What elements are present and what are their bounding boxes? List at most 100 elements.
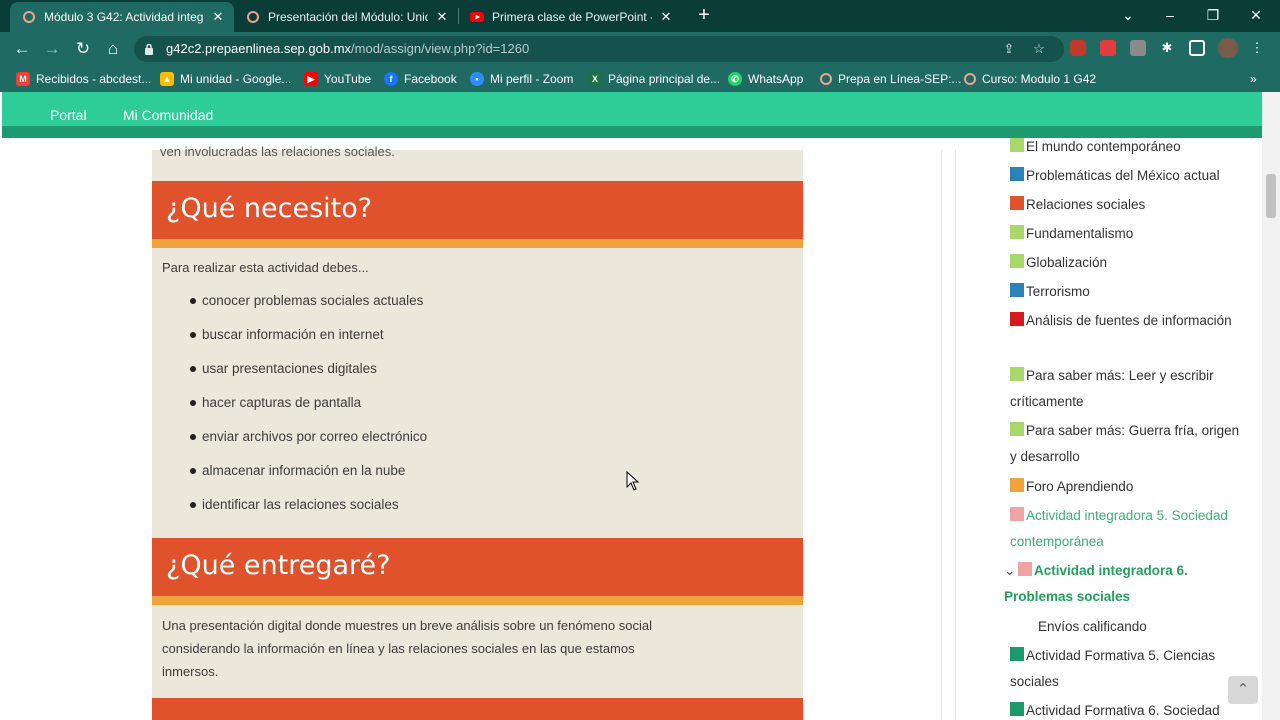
sidebar-subitem[interactable]: Envíos calificando — [1038, 614, 1268, 640]
lock-icon — [145, 43, 153, 55]
moodle-favicon-icon — [22, 10, 36, 24]
moodle-favicon-icon — [964, 73, 976, 85]
page-icon — [1010, 367, 1024, 381]
sidebar-item-current[interactable]: ⌄ Actividad integradora 6. Problemas soci… — [1004, 558, 1240, 610]
sidebar-item-label: Foro Aprendiendo — [1026, 479, 1134, 494]
new-tab-button[interactable]: + — [694, 5, 714, 25]
sidebar-item[interactable]: Actividad Formativa 5. Ciencias sociales — [1010, 643, 1240, 695]
close-tab-icon[interactable]: ✕ — [434, 9, 450, 25]
list-item: usar presentaciones digitales — [190, 361, 377, 376]
sidebar-item[interactable]: Fundamentalismo — [1010, 221, 1240, 247]
tab-title: Primera clase de PowerPoint - Yo — [492, 10, 652, 24]
list-item: hacer capturas de pantalla — [190, 395, 361, 410]
assignment-icon — [1018, 562, 1032, 576]
tab-search-icon[interactable]: ⌄ — [1116, 4, 1140, 26]
bookmark-facebook[interactable]: f Facebook — [384, 70, 457, 88]
list-item: enviar archivos por correo electrónico — [190, 429, 427, 444]
extension-icon-2[interactable] — [1100, 40, 1116, 56]
sidebar-item[interactable]: Problemáticas del México actual — [1010, 163, 1240, 189]
side-panel-icon[interactable] — [1189, 40, 1205, 56]
extension-icon-3[interactable] — [1130, 40, 1146, 56]
sidebar-item-label: El mundo contemporáneo — [1026, 139, 1181, 154]
url-path: /mod/assign/view.php?id=1260 — [351, 41, 530, 56]
bookmark-zoom[interactable]: ▪ Mi perfil - Zoom — [470, 70, 573, 88]
gmail-icon: M — [16, 72, 30, 86]
sidebar-item-label: Para saber más: Guerra fría, origen y de… — [1010, 423, 1240, 464]
bullet — [190, 501, 196, 508]
facebook-icon: f — [384, 72, 398, 86]
extension-icon-1[interactable] — [1070, 40, 1086, 56]
bookmark-youtube[interactable]: ▶ YouTube — [304, 70, 371, 88]
list-item-text: enviar archivos por correo electrónico — [202, 429, 428, 444]
minimize-button[interactable]: – — [1158, 4, 1182, 26]
address-bar[interactable]: g42c2.prepaenlinea.sep.gob.mx/mod/assign… — [134, 36, 1064, 62]
url-domain: g42c2.prepaenlinea.sep.gob.mx — [166, 41, 352, 56]
page-icon — [1010, 138, 1024, 152]
sidebar-item-label: Globalización — [1026, 255, 1108, 270]
bookmark-star-icon[interactable]: ☆ — [1030, 40, 1048, 58]
close-tab-icon[interactable]: ✕ — [210, 9, 226, 25]
section-title: ¿Qué entregaré? — [166, 550, 391, 581]
sidebar-item-label: Problemáticas del México actual — [1026, 168, 1220, 183]
forum-icon — [1010, 478, 1024, 492]
bookmark-curso[interactable]: Curso: Modulo 1 G42 — [964, 70, 1096, 88]
page-viewport: ven involucradas las relaciones sociales… — [0, 92, 1280, 720]
section-header-next — [152, 698, 803, 720]
sidebar-item[interactable]: Relaciones sociales — [1010, 192, 1240, 218]
sidebar-item[interactable]: Para saber más: Leer y escribir críticam… — [1010, 363, 1240, 415]
bookmark-label: WhatsApp — [748, 72, 804, 86]
sidebar-item[interactable]: Foro Aprendiendo — [1010, 474, 1240, 500]
bookmark-label: Curso: Modulo 1 G42 — [982, 72, 1097, 86]
back-to-top-button[interactable]: ⌃ — [1228, 676, 1258, 704]
forward-button[interactable]: → — [41, 38, 63, 60]
bookmark-gmail[interactable]: M Recibidos - abcdest... — [16, 70, 151, 88]
reload-button[interactable]: ↻ — [72, 38, 94, 60]
video-icon — [1010, 312, 1024, 326]
bullet — [190, 365, 196, 372]
bullet — [190, 399, 196, 406]
nav-portal-link[interactable]: Portal — [50, 107, 87, 123]
sidebar-item[interactable]: Actividad integradora 5. Sociedad contem… — [1010, 503, 1240, 555]
bookmark-label: Mi perfil - Zoom — [490, 72, 574, 86]
bookmark-whatsapp[interactable]: ✆ WhatsApp — [728, 70, 803, 88]
sidebar-item[interactable]: Análisis de fuentes de información — [1010, 308, 1240, 334]
tab-youtube[interactable]: Primera clase de PowerPoint - Yo ✕ — [458, 2, 682, 32]
restore-button[interactable]: ❐ — [1201, 4, 1225, 26]
menu-kebab-icon[interactable]: ⋮ — [1248, 39, 1266, 57]
book-icon — [1010, 196, 1024, 210]
tab-title: Módulo 3 G42: Actividad integra — [44, 10, 204, 24]
sidebar-item[interactable]: Globalización — [1010, 250, 1240, 276]
bookmark-drive[interactable]: ▲ Mi unidad - Google... — [160, 70, 291, 88]
sidebar-item-label: Actividad integradora 5. Sociedad contem… — [1010, 508, 1228, 549]
sidebar-item-label: Fundamentalismo — [1026, 226, 1134, 241]
more-bookmarks-icon[interactable]: » — [1250, 70, 1257, 88]
avatar[interactable] — [1218, 38, 1238, 58]
chevron-down-icon: ⌄ — [1004, 563, 1016, 578]
back-button[interactable]: ← — [11, 38, 33, 60]
sidebar-item[interactable]: Actividad Formativa 6. Sociedad — [1010, 698, 1240, 720]
sidebar-item[interactable]: Para saber más: Guerra fría, origen y de… — [1010, 418, 1240, 470]
bookmark-excel[interactable]: X Página principal de... — [588, 70, 720, 88]
home-button[interactable]: ⌂ — [102, 38, 124, 60]
assignment-icon — [1010, 507, 1024, 521]
sidebar-item[interactable]: El mundo contemporáneo — [1010, 134, 1240, 160]
page-scrollbar[interactable] — [1262, 92, 1280, 720]
bookmarks-bar: M Recibidos - abcdest... ▲ Mi unidad - Goo… — [0, 66, 1280, 92]
share-icon[interactable]: ⇪ — [1000, 40, 1018, 58]
puzzle-extensions-icon[interactable]: ✱ — [1158, 39, 1176, 57]
close-tab-icon[interactable]: ✕ — [658, 9, 674, 25]
list-item-text: buscar información en internet — [202, 327, 384, 342]
moodle-favicon-icon — [820, 73, 832, 85]
section-header-que-necesito: ¿Qué necesito? — [152, 181, 803, 248]
tab-modulo3[interactable]: Módulo 3 G42: Actividad integra ✕ — [10, 2, 234, 32]
tab-presentacion[interactable]: Presentación del Módulo: Unidad ✕ — [234, 2, 458, 32]
nav-comunidad-link[interactable]: Mi Comunidad — [123, 107, 213, 123]
list-item-text: almacenar información en la nube — [202, 463, 406, 478]
page-icon — [1010, 225, 1024, 239]
bookmark-prepa[interactable]: Prepa en Línea-SEP:... — [820, 70, 961, 88]
close-window-button[interactable]: ✕ — [1244, 4, 1268, 26]
bookmark-label: Página principal de... — [608, 72, 721, 86]
bookmark-label: Mi unidad - Google... — [180, 72, 292, 86]
scrollbar-thumb[interactable] — [1266, 174, 1276, 218]
sidebar-item[interactable]: Terrorismo — [1010, 279, 1240, 305]
